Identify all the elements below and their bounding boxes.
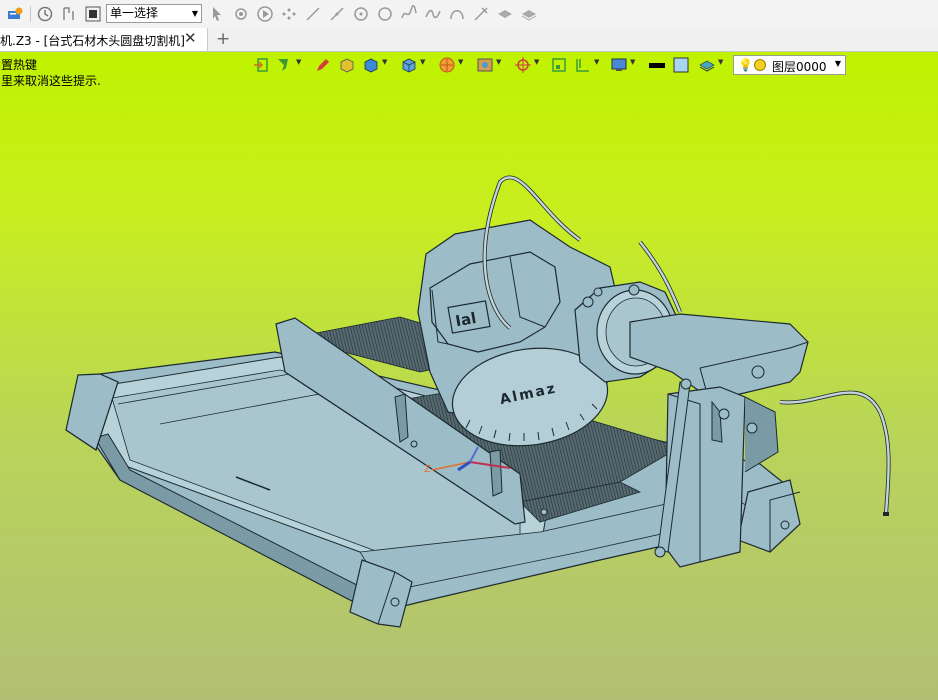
select-mode-label: 单一选择 [110,6,159,20]
spline-icon[interactable] [400,5,418,23]
box-color-icon[interactable] [338,56,356,74]
plane-icon[interactable] [496,5,514,23]
view-toolbar: ▼ ▼ ▼ ▼ ▼ ▼ ▼ ▼ ▼ 💡 图层0000 ▼ [252,55,852,75]
history-icon[interactable] [36,5,54,23]
layers-icon[interactable] [698,56,716,74]
screen-icon[interactable] [610,56,628,74]
chevron-down-icon: ▼ [834,59,841,68]
chevron-down-icon[interactable]: ▼ [496,58,501,66]
line2-icon[interactable] [328,5,346,23]
circle-icon[interactable] [376,5,394,23]
trim-icon[interactable] [472,5,490,23]
filter-select-icon[interactable] [276,56,294,74]
line-icon[interactable] [304,5,322,23]
chevron-down-icon[interactable]: ▼ [630,58,635,66]
filter-icon[interactable] [60,5,78,23]
points-icon[interactable] [280,5,298,23]
new-tab-button[interactable]: + [216,29,230,49]
chevron-down-icon[interactable]: ▼ [382,58,387,66]
layer-color-icon [754,59,766,71]
axis-z-label: Z [424,464,431,475]
pointer-icon[interactable] [208,5,226,23]
render-mode-icon[interactable] [438,56,456,74]
tab-document[interactable]: 机.Z3 - [台式石材木头圆盘切割机] ✕ [0,28,208,51]
circle-center-icon[interactable] [352,5,370,23]
chevron-down-icon[interactable]: ▼ [594,58,599,66]
document-tab-bar: 机.Z3 - [台式石材木头圆盘切割机] ✕ + [0,28,938,52]
snap-icon[interactable] [232,5,250,23]
arc-icon[interactable] [448,5,466,23]
saw-model[interactable]: Almaz Ial Z [0,52,938,700]
hint-line-2: 里来取消这些提示. [1,74,101,88]
chevron-down-icon[interactable]: ▼ [420,58,425,66]
chevron-down-icon[interactable]: ▼ [458,58,463,66]
toolbar-separator [30,6,31,22]
plane2-icon[interactable] [520,5,538,23]
view-cube-icon[interactable] [400,56,418,74]
layer-label: 图层0000 [772,60,827,74]
stop-icon[interactable] [84,5,102,23]
layer-dropdown[interactable]: 💡 图层0000 ▼ [733,55,846,75]
line-style-icon[interactable] [648,56,666,74]
exit-icon[interactable] [252,56,270,74]
motor-label: Ial [454,309,478,330]
3d-viewport[interactable]: Almaz Ial Z 置热键 里来取消这些提示. ▼ ▼ ▼ ▼ ▼ ▼ ▼ … [0,52,938,700]
shaded-cube-icon[interactable] [362,56,380,74]
support-arm [629,313,809,398]
display-icon[interactable] [476,56,494,74]
select-mode-dropdown[interactable]: 单一选择 ▼ [106,4,202,23]
chevron-down-icon[interactable]: ▼ [718,58,723,66]
dimension-icon[interactable] [574,56,592,74]
hotkey-icon[interactable] [6,5,24,23]
chevron-down-icon[interactable]: ▼ [534,58,539,66]
play-icon[interactable] [256,5,274,23]
main-toolbar: 单一选择 ▼ [0,0,938,29]
tab-document-label: 机.Z3 - [台式石材木头圆盘切割机] [0,34,185,48]
chevron-down-icon: ▼ [191,9,198,18]
snap-target-icon[interactable] [514,56,532,74]
color-swatch-icon[interactable] [672,56,690,74]
frame-icon[interactable] [550,56,568,74]
close-icon[interactable]: ✕ [184,29,197,47]
curve-icon[interactable] [424,5,442,23]
chevron-down-icon[interactable]: ▼ [296,58,301,66]
hint-line-1: 置热键 [1,58,38,72]
pen-icon[interactable] [314,56,332,74]
lightbulb-icon[interactable]: 💡 [738,58,753,72]
